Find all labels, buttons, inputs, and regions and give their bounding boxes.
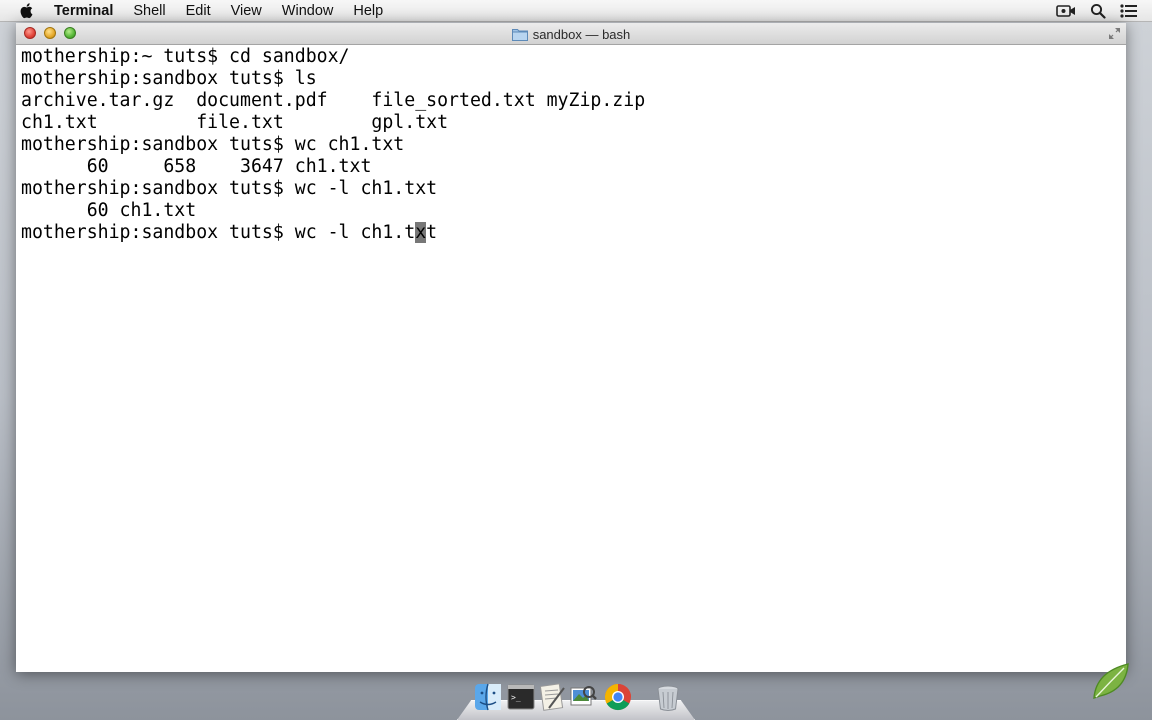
menu-edit[interactable]: Edit	[186, 0, 211, 22]
apple-icon[interactable]	[19, 2, 35, 19]
dock: >_	[457, 681, 695, 720]
textedit-icon[interactable]	[537, 682, 567, 712]
command-text-after-cursor: t	[426, 222, 438, 243]
terminal-line: 60 658 3647 ch1.txt	[21, 156, 372, 177]
fullscreen-icon[interactable]	[1108, 27, 1121, 40]
terminal-line: 60 ch1.txt	[21, 200, 197, 221]
menu-shell[interactable]: Shell	[133, 0, 165, 22]
terminal-cursor: x	[415, 222, 427, 243]
menu-view[interactable]: View	[231, 0, 262, 22]
chrome-icon[interactable]	[603, 682, 633, 712]
menu-help[interactable]: Help	[353, 0, 383, 22]
folder-icon	[511, 28, 528, 41]
command-text: mothership:sandbox tuts$ wc -l ch1.t	[21, 222, 416, 243]
terminal-line: archive.tar.gz document.pdf file_sorted.…	[21, 90, 646, 111]
menu-terminal[interactable]: Terminal	[54, 0, 113, 22]
trash-icon[interactable]	[653, 682, 683, 712]
preview-icon[interactable]	[568, 682, 598, 712]
terminal-line: mothership:sandbox tuts$ wc -l ch1.txt	[21, 178, 438, 199]
window-title-text: sandbox — bash	[532, 26, 631, 42]
terminal-window: sandbox — bash mothership:~ tuts$ cd san…	[16, 23, 1126, 672]
terminal-line: mothership:sandbox tuts$ wc ch1.txt	[21, 134, 405, 155]
svg-text:>_: >_	[511, 693, 521, 702]
terminal-prompt-line[interactable]: mothership:sandbox tuts$ wc -l ch1.txt	[21, 222, 1116, 244]
menu-window[interactable]: Window	[282, 0, 334, 22]
terminal-line: mothership:~ tuts$ cd sandbox/	[21, 46, 350, 67]
notification-center-icon[interactable]	[1120, 3, 1138, 19]
finder-icon[interactable]	[473, 682, 503, 712]
terminal-line: ch1.txt file.txt gpl.txt	[21, 112, 449, 133]
terminal-icon[interactable]: >_	[506, 682, 536, 712]
window-title: sandbox — bash	[16, 23, 1126, 45]
facetime-camera-icon[interactable]	[1056, 3, 1076, 19]
terminal-line: mothership:sandbox tuts$ ls	[21, 68, 317, 89]
terminal-output[interactable]: mothership:~ tuts$ cd sandbox/ mothershi…	[21, 46, 1116, 666]
spotlight-search-icon[interactable]	[1090, 3, 1106, 19]
menu-bar: Terminal Shell Edit View Window Help	[0, 0, 1152, 22]
title-bar[interactable]: sandbox — bash	[16, 23, 1126, 45]
leaf-watermark-icon	[1093, 663, 1129, 699]
